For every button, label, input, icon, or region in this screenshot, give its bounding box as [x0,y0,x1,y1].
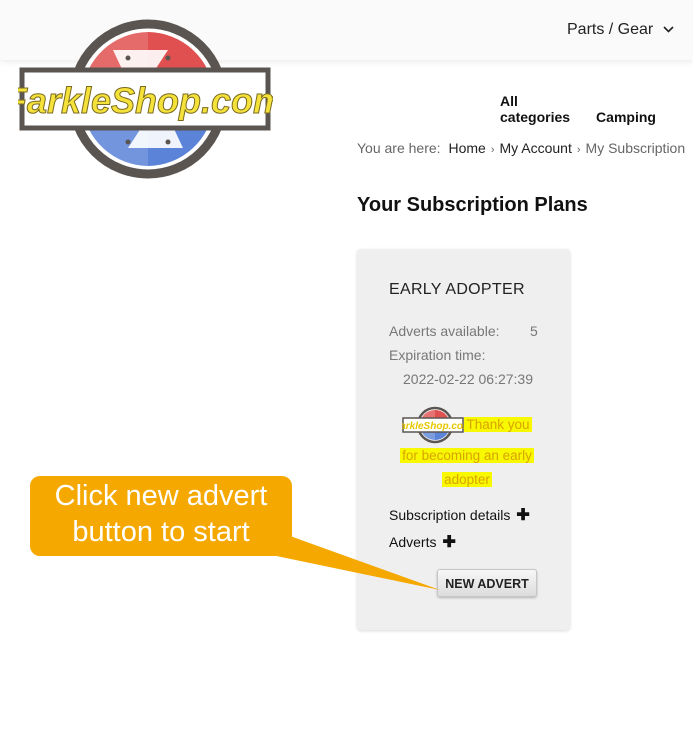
thank-you-message: FarkleShop.com Thank you for becoming an… [387,406,547,492]
subscription-plan-card: EARLY ADOPTER Adverts available: 5 Expir… [357,249,570,630]
parts-gear-label: Parts / Gear [567,21,654,38]
nav-all-categories[interactable]: All categories [500,93,570,125]
thank-you-line-3: adopter [442,472,492,487]
expiration-time-label: Expiration time: [389,347,486,363]
adverts-available-label: Adverts available: [389,323,500,339]
farkleshop-logo[interactable]: FarkleShop.com [4,18,286,180]
thank-you-line-1: Thank you [464,416,532,432]
adverts-toggle-label: Adverts [389,534,437,550]
breadcrumb-separator-icon: › [490,144,495,156]
plus-icon: ✚ [516,507,530,524]
plan-name: EARLY ADOPTER [389,281,525,298]
farkleshop-mini-logo: FarkleShop.com [395,406,472,444]
new-advert-button[interactable]: NEW ADVERT [437,569,537,597]
chevron-down-icon [663,22,674,36]
breadcrumb: You are here: Home › My Account › My Subscri… [357,140,685,156]
svg-text:FarkleShop.com: FarkleShop.com [402,421,464,432]
adverts-toggle[interactable]: Adverts ✚ [389,532,456,552]
breadcrumb-home[interactable]: Home [448,140,485,156]
adverts-available-value: 5 [530,323,538,339]
breadcrumb-prefix: You are here: [357,140,441,156]
page-title: Your Subscription Plans [357,194,588,216]
nav-camping[interactable]: Camping [596,109,656,125]
svg-text:FarkleShop.com: FarkleShop.com [18,80,273,121]
breadcrumb-current: My Subscription [585,140,686,156]
callout-line-2: button to start [72,516,250,548]
plus-icon: ✚ [442,534,456,551]
main-nav: All categories Camping [500,93,693,125]
parts-gear-menu[interactable]: Parts / Gear [567,21,674,39]
callout-line-1: Click new advert [54,480,268,512]
subscription-details-toggle[interactable]: Subscription details ✚ [389,505,530,525]
thank-you-line-2: for becoming an early [400,448,534,463]
breadcrumb-separator-icon: › [576,144,581,156]
subscription-details-label: Subscription details [389,507,511,523]
breadcrumb-my-account[interactable]: My Account [499,140,571,156]
expiration-time-value: 2022-02-22 06:27:39 [403,371,533,387]
